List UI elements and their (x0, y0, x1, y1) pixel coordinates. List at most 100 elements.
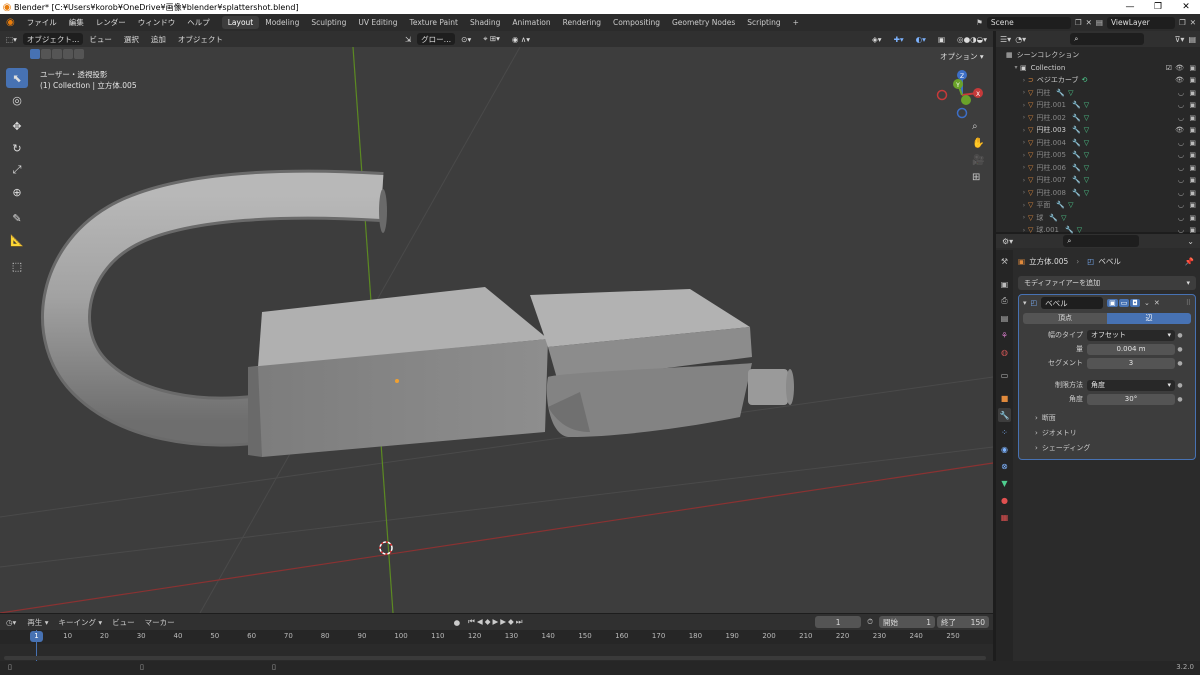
menu-file[interactable]: ファイル (21, 17, 63, 28)
menu-view[interactable]: ビュー (83, 34, 118, 45)
tool-tab-icon[interactable]: ⚒ (998, 254, 1011, 268)
expand-chevron-icon[interactable]: › (1020, 89, 1028, 96)
modifier-wrench-icon[interactable]: 🔧 (1072, 176, 1081, 184)
eye-closed-icon[interactable]: ◡ (1178, 176, 1184, 184)
render-camera-icon[interactable]: ▣ (1189, 126, 1196, 134)
select-new-icon[interactable] (30, 49, 40, 59)
expand-chevron-icon[interactable]: › (1020, 202, 1028, 209)
secondary-box-mesh[interactable] (530, 289, 752, 437)
eye-closed-icon[interactable]: ◡ (1178, 114, 1184, 122)
workspace-tab-sculpting[interactable]: Sculpting (305, 16, 352, 29)
outliner-editor-icon[interactable]: ☰▾ (1000, 35, 1011, 44)
transform-tool-icon[interactable]: ⊕ (6, 182, 28, 202)
render-camera-icon[interactable]: ▣ (1189, 214, 1196, 222)
view-layer-selector[interactable]: ViewLayer (1106, 16, 1175, 29)
properties-search-input[interactable]: ⌕ (1063, 235, 1140, 247)
particles-tab-icon[interactable]: ⁘ (998, 425, 1011, 439)
render-camera-icon[interactable]: ▣ (1189, 76, 1196, 84)
eye-closed-icon[interactable]: ◡ (1178, 151, 1184, 159)
render-camera-icon[interactable]: ▣ (1189, 151, 1196, 159)
keyframe-dot-icon[interactable]: ● (1175, 332, 1185, 339)
workspace-tab-scripting[interactable]: Scripting (741, 16, 786, 29)
eye-closed-icon[interactable]: ◡ (1178, 89, 1184, 97)
outliner-object-row[interactable]: › ▽ 円柱.003 🔧 ▽ 👁 ▣ (996, 124, 1200, 137)
menu-object[interactable]: オブジェクト (172, 34, 229, 45)
perspective-grid-icon[interactable]: ⊞ (972, 172, 984, 183)
navigation-gizmo[interactable]: Z X Y (936, 70, 984, 119)
main-box-mesh[interactable] (248, 287, 548, 457)
expand-chevron-icon[interactable]: › (1020, 114, 1028, 121)
maximize-button[interactable]: ❐ (1144, 2, 1172, 12)
rotate-tool-icon[interactable]: ↻ (6, 138, 28, 158)
move-tool-icon[interactable]: ✥ (6, 116, 28, 136)
render-tab-icon[interactable]: ▣ (998, 277, 1011, 291)
shading-mode-icons[interactable]: ◎●◑◒▾ (951, 35, 993, 44)
camera-view-icon[interactable]: 🎥 (972, 155, 984, 166)
select-extend-icon[interactable] (41, 49, 51, 59)
collection-checkbox[interactable]: ☑ (1166, 64, 1172, 72)
workspace-tab-uv-editing[interactable]: UV Editing (352, 16, 403, 29)
outliner-object-row[interactable]: › ▽ 円柱 🔧 ▽ ◡ ▣ (996, 87, 1200, 100)
modifier-wrench-icon[interactable]: 🔧 (1072, 114, 1081, 122)
render-camera-icon[interactable]: ▣ (1189, 176, 1196, 184)
add-modifier-button[interactable]: モディファイアーを追加 ▾ (1018, 276, 1196, 290)
expand-chevron-icon[interactable]: › (1020, 177, 1028, 184)
select-subtract-icon[interactable] (52, 49, 62, 59)
expand-chevron-icon[interactable]: › (1020, 102, 1028, 109)
close-window-button[interactable]: ✕ (1172, 2, 1200, 12)
start-frame-field[interactable]: 開始 1 (879, 616, 935, 628)
outliner-object-row[interactable]: › ▽ 円柱.007 🔧 ▽ ◡ ▣ (996, 174, 1200, 187)
world-tab-icon[interactable]: ◍ (998, 345, 1011, 359)
viewport-options-button[interactable]: オプション ▾ (940, 51, 984, 62)
menu-marker[interactable]: マーカー (140, 617, 180, 628)
expand-chevron-icon[interactable]: › (1020, 127, 1028, 134)
subpanel-geometry[interactable]: › ジオメトリ (1019, 425, 1195, 440)
snap-icon[interactable]: ⌖ ⊞▾ (477, 34, 506, 44)
keyframe-dot-icon[interactable]: ● (1175, 360, 1185, 367)
transform-orientation-icon[interactable]: ⇲ (399, 35, 417, 44)
amount-field[interactable]: 0.004 m (1087, 343, 1175, 355)
outliner-object-row[interactable]: › ▽ 円柱.008 🔧 ▽ ◡ ▣ (996, 187, 1200, 200)
new-scene-icon[interactable]: ❐ (1075, 18, 1082, 27)
render-camera-icon[interactable]: ▣ (1189, 201, 1196, 209)
modifier-wrench-icon[interactable]: 🔧 (1056, 89, 1065, 97)
filter-icon[interactable]: ⊽▾ (1175, 35, 1185, 44)
playback-controls-icon[interactable]: ⏮◀◆▶▶◆⏭ (464, 617, 528, 627)
overlay-toggle-icon[interactable]: ◐▾ (910, 35, 932, 44)
expand-chevron-icon[interactable]: › (1020, 139, 1028, 146)
workspace-tab-rendering[interactable]: Rendering (557, 16, 607, 29)
gizmo-toggle-icon[interactable]: ✚▾ (888, 35, 910, 44)
pivot-icon[interactable]: ⊙▾ (455, 35, 477, 44)
delete-scene-icon[interactable]: ✕ (1086, 18, 1092, 27)
timer-icon[interactable]: ⏱ (861, 617, 879, 627)
scene-selector[interactable]: Scene (986, 16, 1071, 29)
material-tab-icon[interactable]: ● (998, 493, 1011, 507)
select-box-tool-icon[interactable]: ⬉ (6, 68, 28, 88)
playhead-frame[interactable]: 1 (30, 631, 43, 642)
physics-tab-icon[interactable]: ◉ (998, 442, 1011, 456)
drag-handle-icon[interactable]: ⠿ (1186, 299, 1191, 307)
outliner-object-row[interactable]: › ▽ 円柱.004 🔧 ▽ ◡ ▣ (996, 137, 1200, 150)
collection-row[interactable]: ▾ ▣ Collection ☑ 👁 ▣ (996, 62, 1200, 75)
end-frame-field[interactable]: 終了 150 (937, 616, 989, 628)
expand-chevron-icon[interactable]: › (1020, 152, 1028, 159)
modifier-wrench-icon[interactable]: 🔧 (1072, 189, 1081, 197)
menu-timeline-view[interactable]: ビュー (107, 617, 140, 628)
keyframe-dot-icon[interactable]: ● (1175, 346, 1185, 353)
proportional-edit-icon[interactable]: ◉ ∧▾ (506, 35, 536, 44)
outliner-object-row[interactable]: › ⊃ ベジエカーブ ⟲ 👁 ▣ (996, 74, 1200, 87)
select-invert-icon[interactable] (63, 49, 73, 59)
output-tab-icon[interactable]: ⎙ (998, 294, 1011, 308)
render-camera-icon[interactable]: ▣ (1189, 101, 1196, 109)
add-cube-tool-icon[interactable]: ⬚ (6, 256, 28, 276)
timeline-scrollbar[interactable] (4, 656, 986, 660)
expand-chevron-icon[interactable]: › (1020, 227, 1028, 234)
visibility-icon[interactable]: ◈▾ (866, 35, 888, 44)
eye-closed-icon[interactable]: ◡ (1178, 189, 1184, 197)
viewport-toggle-icon[interactable]: ▭ (1118, 299, 1130, 307)
3d-cursor-icon[interactable] (379, 541, 393, 555)
modifier-tab-icon[interactable]: 🔧 (998, 408, 1011, 422)
new-view-layer-icon[interactable]: ❐ (1179, 18, 1186, 27)
modifier-wrench-icon[interactable]: 🔧 (1049, 214, 1058, 222)
keyframe-dot-icon[interactable]: ● (1175, 382, 1185, 389)
